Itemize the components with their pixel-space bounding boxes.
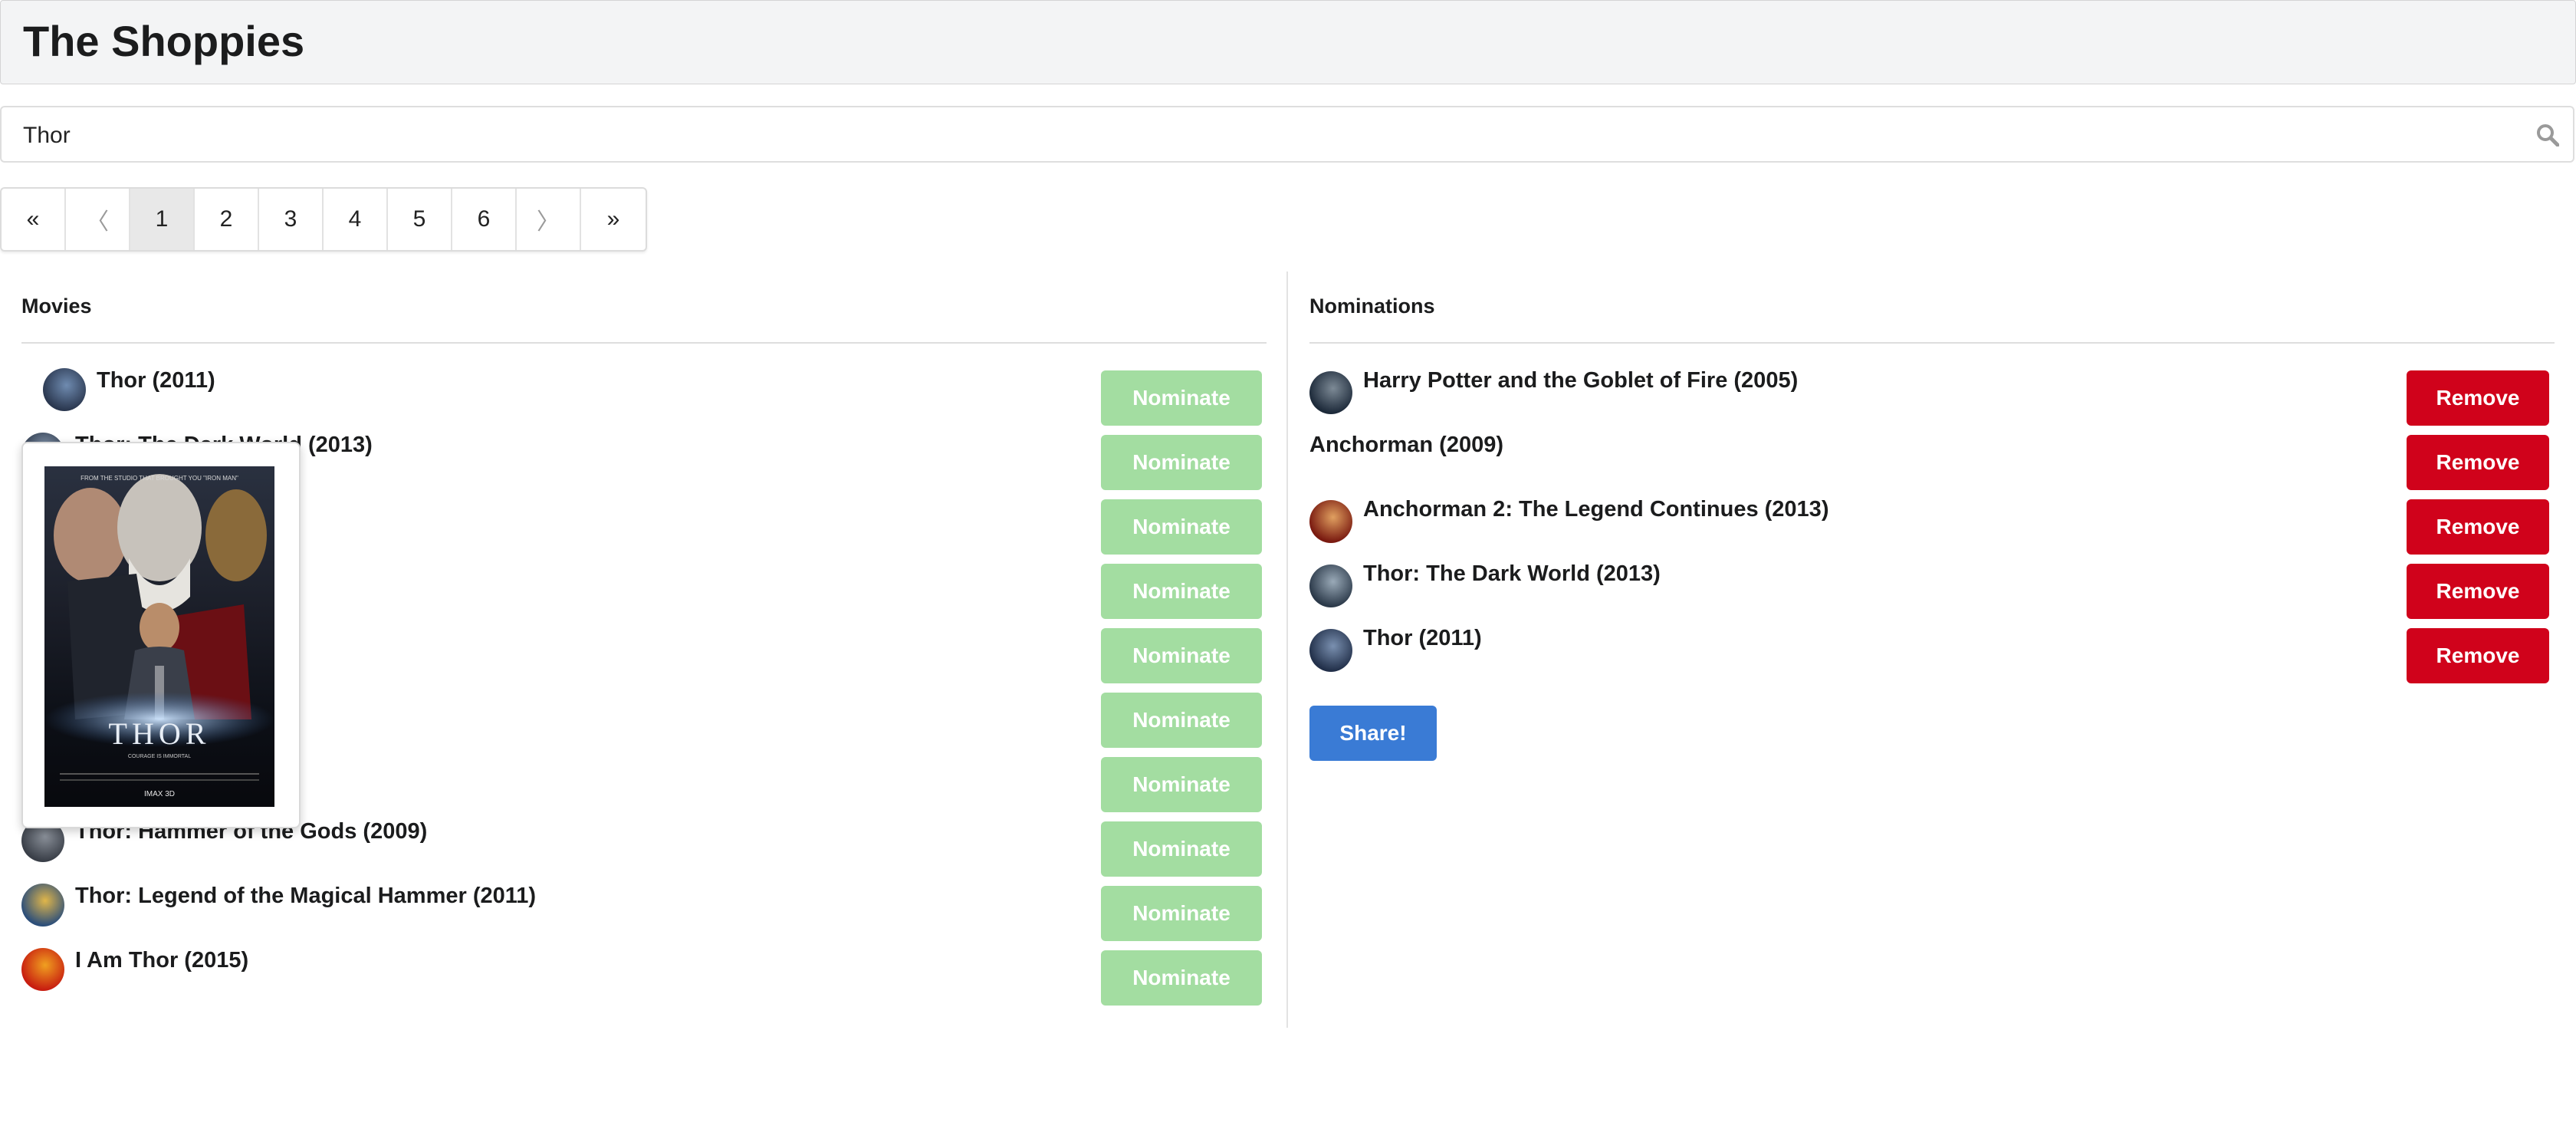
- share-button[interactable]: Share!: [1309, 706, 1437, 761]
- movie-poster-image: FROM THE STUDIO THAT BROUGHT YOU "IRON M…: [44, 466, 274, 807]
- movies-divider: [21, 342, 1267, 344]
- nominate-button[interactable]: Nominate: [1101, 499, 1262, 555]
- pagination-page-5[interactable]: 5: [388, 189, 452, 250]
- nominate-button[interactable]: Nominate: [1101, 435, 1262, 490]
- remove-button[interactable]: Remove: [2407, 435, 2549, 490]
- pagination-next-button[interactable]: 〉: [517, 189, 581, 250]
- movie-poster-thumbnail[interactable]: [21, 948, 64, 991]
- nomination-title: Thor (2011): [1363, 626, 1482, 650]
- movie-row: Thor: Legend of the Magical Hammer (2011…: [0, 884, 1273, 948]
- movie-row: I Am Thor (2015) Nominate: [0, 948, 1273, 1012]
- nomination-poster-thumbnail: [1309, 629, 1352, 672]
- movie-poster-thumbnail[interactable]: [21, 884, 64, 927]
- nomination-title: Thor: The Dark World (2013): [1363, 561, 1661, 586]
- movie-poster-thumbnail[interactable]: [43, 368, 86, 411]
- nominate-button[interactable]: Nominate: [1101, 564, 1262, 619]
- nomination-row: Harry Potter and the Goblet of Fire (200…: [1288, 368, 2561, 433]
- pagination-page-6[interactable]: 6: [452, 189, 517, 250]
- nominate-button[interactable]: Nominate: [1101, 628, 1262, 683]
- poster-logo: THOR: [109, 716, 211, 751]
- search-icon[interactable]: [2536, 123, 2559, 146]
- movie-title: Thor: Legend of the Magical Hammer (2011…: [75, 884, 537, 908]
- nomination-poster-thumbnail: [1309, 371, 1352, 414]
- app-title: The Shoppies: [23, 17, 305, 65]
- nominate-button[interactable]: Nominate: [1101, 886, 1262, 941]
- pagination-page-2[interactable]: 2: [195, 189, 259, 250]
- nomination-title: Harry Potter and the Goblet of Fire (200…: [1363, 368, 1799, 393]
- pagination: « 〈 1 2 3 4 5 6 〉 »: [0, 187, 647, 252]
- app-header: The Shoppies: [0, 0, 2576, 84]
- pagination-last-button[interactable]: »: [581, 189, 646, 250]
- movies-heading: Movies: [21, 295, 92, 318]
- remove-button[interactable]: Remove: [2407, 370, 2549, 426]
- nomination-poster-thumbnail: [1309, 500, 1352, 543]
- nomination-title: Anchorman 2: The Legend Continues (2013): [1363, 497, 1829, 522]
- nomination-title: Anchorman (2009): [1309, 433, 1504, 457]
- nominate-button[interactable]: Nominate: [1101, 693, 1262, 748]
- movie-title: I Am Thor (2015): [75, 948, 249, 973]
- nominate-button[interactable]: Nominate: [1101, 821, 1262, 877]
- movie-row: Thor (2011) Nominate: [0, 368, 1273, 433]
- pagination-page-4[interactable]: 4: [324, 189, 388, 250]
- pagination-first-button[interactable]: «: [2, 189, 66, 250]
- nomination-row: Thor: The Dark World (2013) Remove: [1288, 561, 2561, 626]
- remove-button[interactable]: Remove: [2407, 628, 2549, 683]
- nominations-divider: [1309, 342, 2555, 344]
- nomination-poster-thumbnail: [1309, 564, 1352, 607]
- poster-imax-label: IMAX 3D: [144, 790, 175, 798]
- pagination-prev-button[interactable]: 〈: [66, 189, 130, 250]
- poster-popup: FROM THE STUDIO THAT BROUGHT YOU "IRON M…: [21, 442, 301, 828]
- poster-tagline: COURAGE IS IMMORTAL: [128, 754, 191, 759]
- movie-title: Thor (2011): [97, 368, 215, 393]
- nominations-heading: Nominations: [1309, 295, 1435, 318]
- nomination-row: Thor (2011) Remove: [1288, 626, 2561, 690]
- remove-button[interactable]: Remove: [2407, 499, 2549, 555]
- search-input[interactable]: Thor: [0, 106, 2574, 163]
- remove-button[interactable]: Remove: [2407, 564, 2549, 619]
- nomination-row: Anchorman 2: The Legend Continues (2013)…: [1288, 497, 2561, 561]
- pagination-page-1[interactable]: 1: [130, 189, 195, 250]
- movie-row: Thor: Hammer of the Gods (2009) Nominate: [0, 819, 1273, 884]
- nominate-button[interactable]: Nominate: [1101, 757, 1262, 812]
- search-value[interactable]: Thor: [23, 123, 71, 149]
- poster-tagline-top: FROM THE STUDIO THAT BROUGHT YOU "IRON M…: [80, 475, 238, 482]
- nominate-button[interactable]: Nominate: [1101, 950, 1262, 1006]
- nominate-button[interactable]: Nominate: [1101, 370, 1262, 426]
- nomination-row: Anchorman (2009) Remove: [1288, 433, 2561, 497]
- pagination-page-3[interactable]: 3: [259, 189, 324, 250]
